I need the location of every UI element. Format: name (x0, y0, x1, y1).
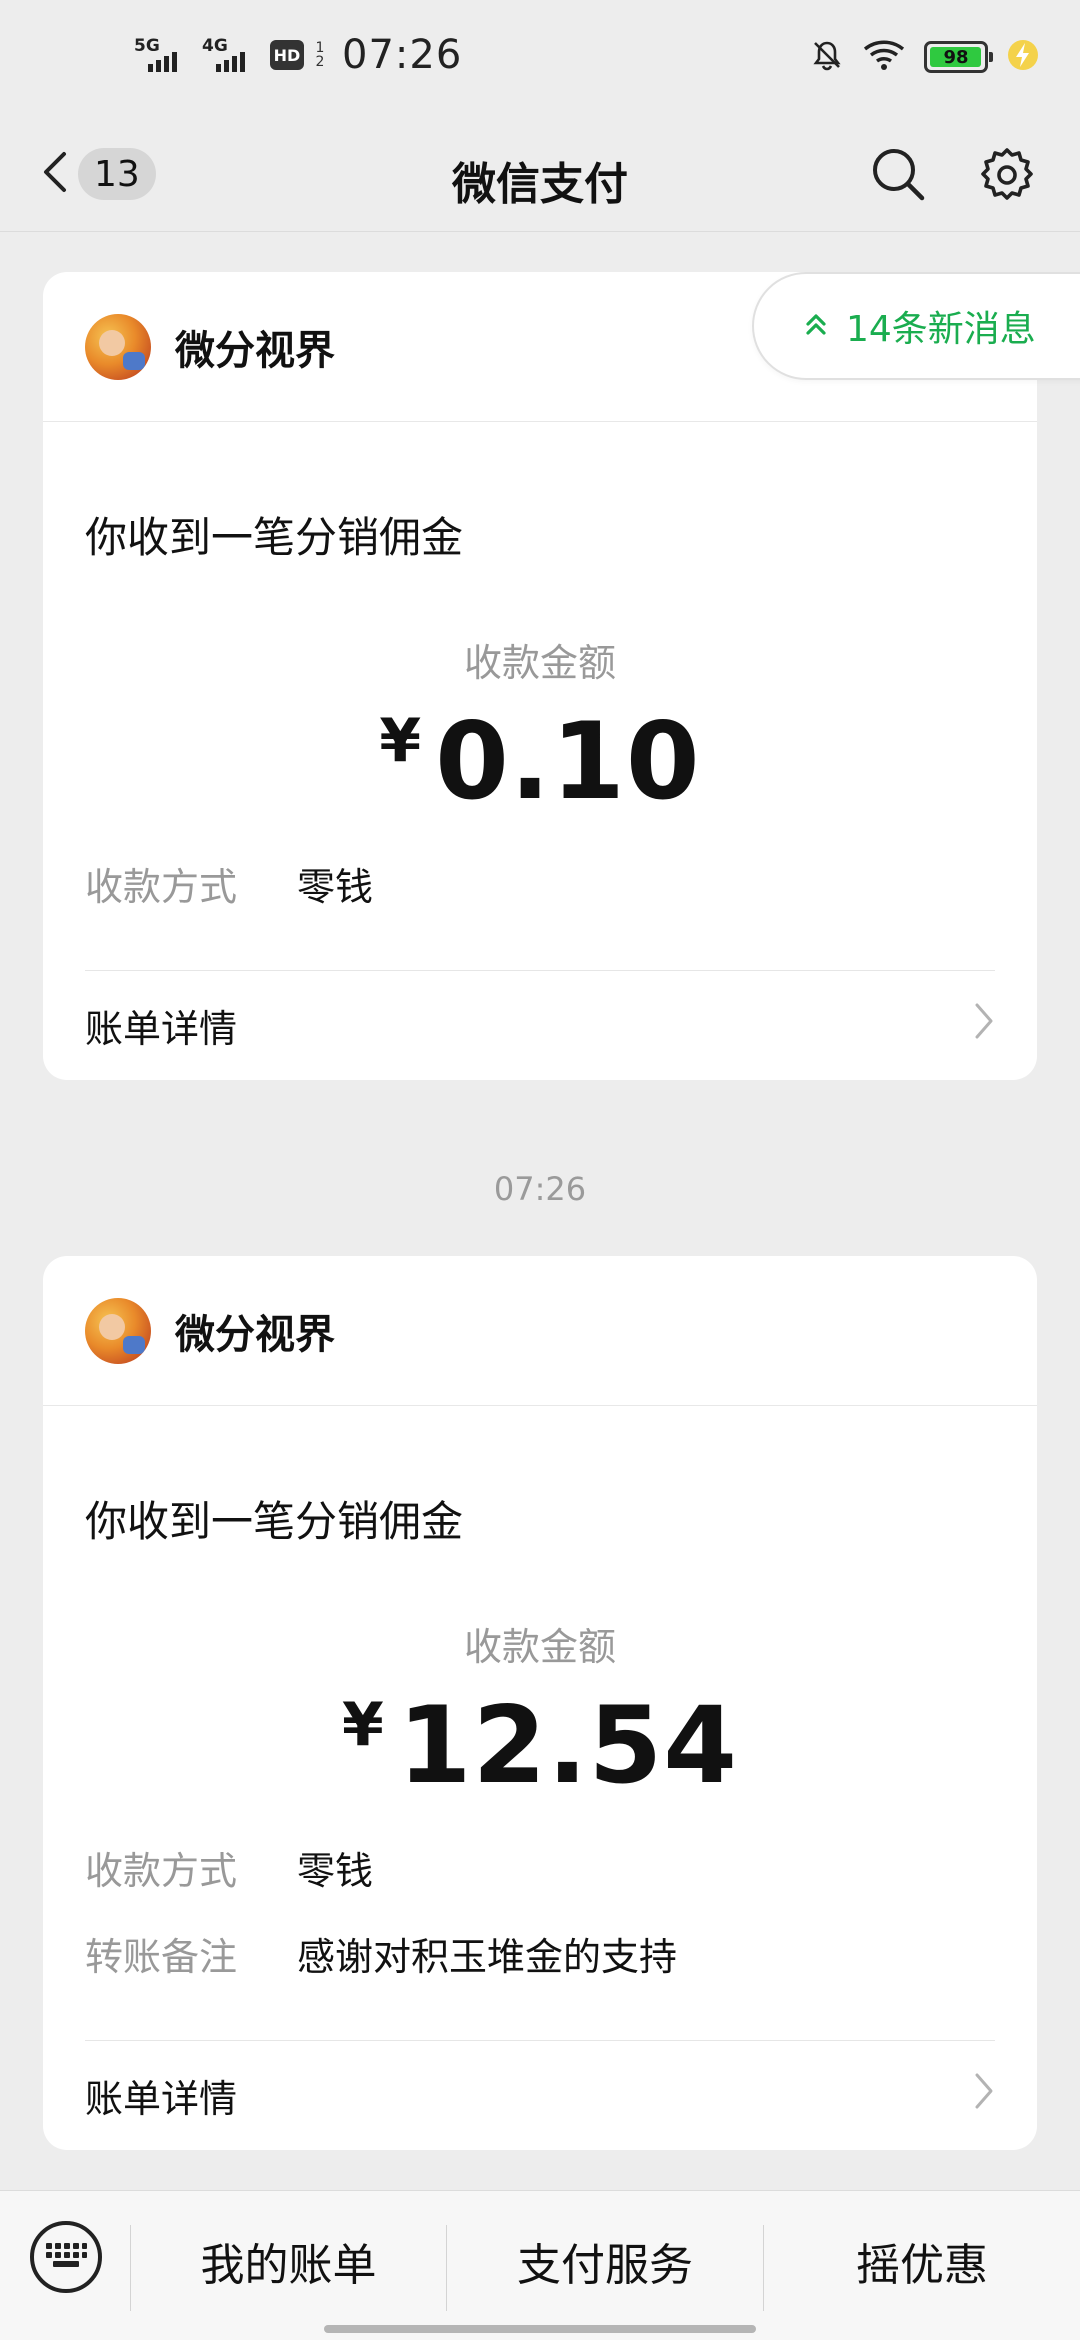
menu-payment-services[interactable]: 支付服务 (447, 2221, 763, 2301)
divider (85, 2040, 995, 2041)
top-nav: 13 微信支付 (0, 120, 1080, 232)
status-time: 07:26 (342, 32, 463, 78)
field-value: 零钱 (297, 865, 374, 909)
field-value: 感谢对积玉堆金的支持 (297, 1935, 678, 1979)
card-title: 你收到一笔分销佣金 (85, 513, 464, 562)
payment-card[interactable]: 微分视界 你收到一笔分销佣金 收款金额 ¥0.10 收款方式 零钱 账单详情 (43, 272, 1037, 1080)
battery-level: 98 (943, 46, 969, 68)
status-right: 98 (810, 38, 1040, 76)
merchant-avatar (85, 1297, 151, 1364)
merchant-name: 微分视界 (175, 1311, 335, 1358)
field-value: 零钱 (297, 1849, 374, 1893)
bottom-menu-bar: 我的账单 支付服务 摇优惠 (0, 2190, 1080, 2340)
amount-number: 12.54 (397, 1684, 739, 1807)
transfer-note-row: 转账备注 感谢对积玉堆金的支持 (85, 1926, 677, 1981)
menu-shake-deals[interactable]: 摇优惠 (764, 2221, 1080, 2301)
hd-voice-icon: HD (270, 40, 304, 70)
amount-value: ¥12.54 (43, 1684, 1037, 1807)
payment-method-row: 收款方式 零钱 (85, 856, 373, 911)
chevron-right-icon (973, 2071, 995, 2120)
double-chevron-up-icon (804, 306, 828, 347)
keyboard-toggle-button[interactable] (30, 2221, 102, 2293)
amount-number: 0.10 (435, 700, 701, 823)
amount-label: 收款金额 (463, 641, 616, 685)
currency-symbol: ¥ (379, 706, 422, 776)
status-left: 5G 4G HD 1 2 07:26 (134, 32, 462, 78)
card-header: 微分视界 (43, 1256, 1037, 1406)
signal-sim2-icon: 4G (202, 32, 260, 78)
wifi-icon (862, 38, 906, 76)
divider (85, 970, 995, 971)
payment-card[interactable]: 微分视界 你收到一笔分销佣金 收款金额 ¥12.54 收款方式 零钱 转账备注 … (43, 1256, 1037, 2150)
new-messages-button[interactable]: 14条新消息 (752, 272, 1080, 380)
bill-detail-label: 账单详情 (85, 2077, 238, 2121)
amount-label: 收款金额 (463, 1625, 616, 1669)
field-key: 转账备注 (85, 1935, 238, 1979)
signal-sim1-icon: 5G (134, 32, 192, 78)
field-key: 收款方式 (85, 1849, 238, 1893)
keyboard-icon (44, 2240, 88, 2274)
gear-icon[interactable] (976, 144, 1038, 210)
bill-detail-link[interactable]: 账单详情 (85, 2068, 995, 2123)
message-timestamp: 07:26 (493, 1170, 587, 1208)
home-indicator[interactable] (324, 2325, 756, 2333)
bill-detail-label: 账单详情 (85, 1007, 238, 1051)
new-messages-label: 14条新消息 (846, 309, 1036, 350)
silent-bell-icon (810, 38, 844, 76)
menu-my-bills[interactable]: 我的账单 (131, 2221, 446, 2301)
bill-detail-link[interactable]: 账单详情 (85, 998, 995, 1053)
currency-symbol: ¥ (341, 1690, 384, 1760)
battery-icon: 98 (924, 41, 993, 73)
charging-icon (1006, 38, 1040, 76)
search-icon[interactable] (868, 144, 928, 208)
card-title: 你收到一笔分销佣金 (85, 1497, 464, 1546)
chevron-right-icon (973, 1001, 995, 1050)
status-bar: 5G 4G HD 1 2 07:26 98 (0, 0, 1080, 120)
field-key: 收款方式 (85, 865, 238, 909)
hd-sim-index: 1 2 (315, 40, 325, 70)
merchant-name: 微分视界 (175, 327, 335, 374)
payment-method-row: 收款方式 零钱 (85, 1840, 373, 1895)
amount-value: ¥0.10 (43, 700, 1037, 823)
merchant-avatar (85, 313, 151, 380)
